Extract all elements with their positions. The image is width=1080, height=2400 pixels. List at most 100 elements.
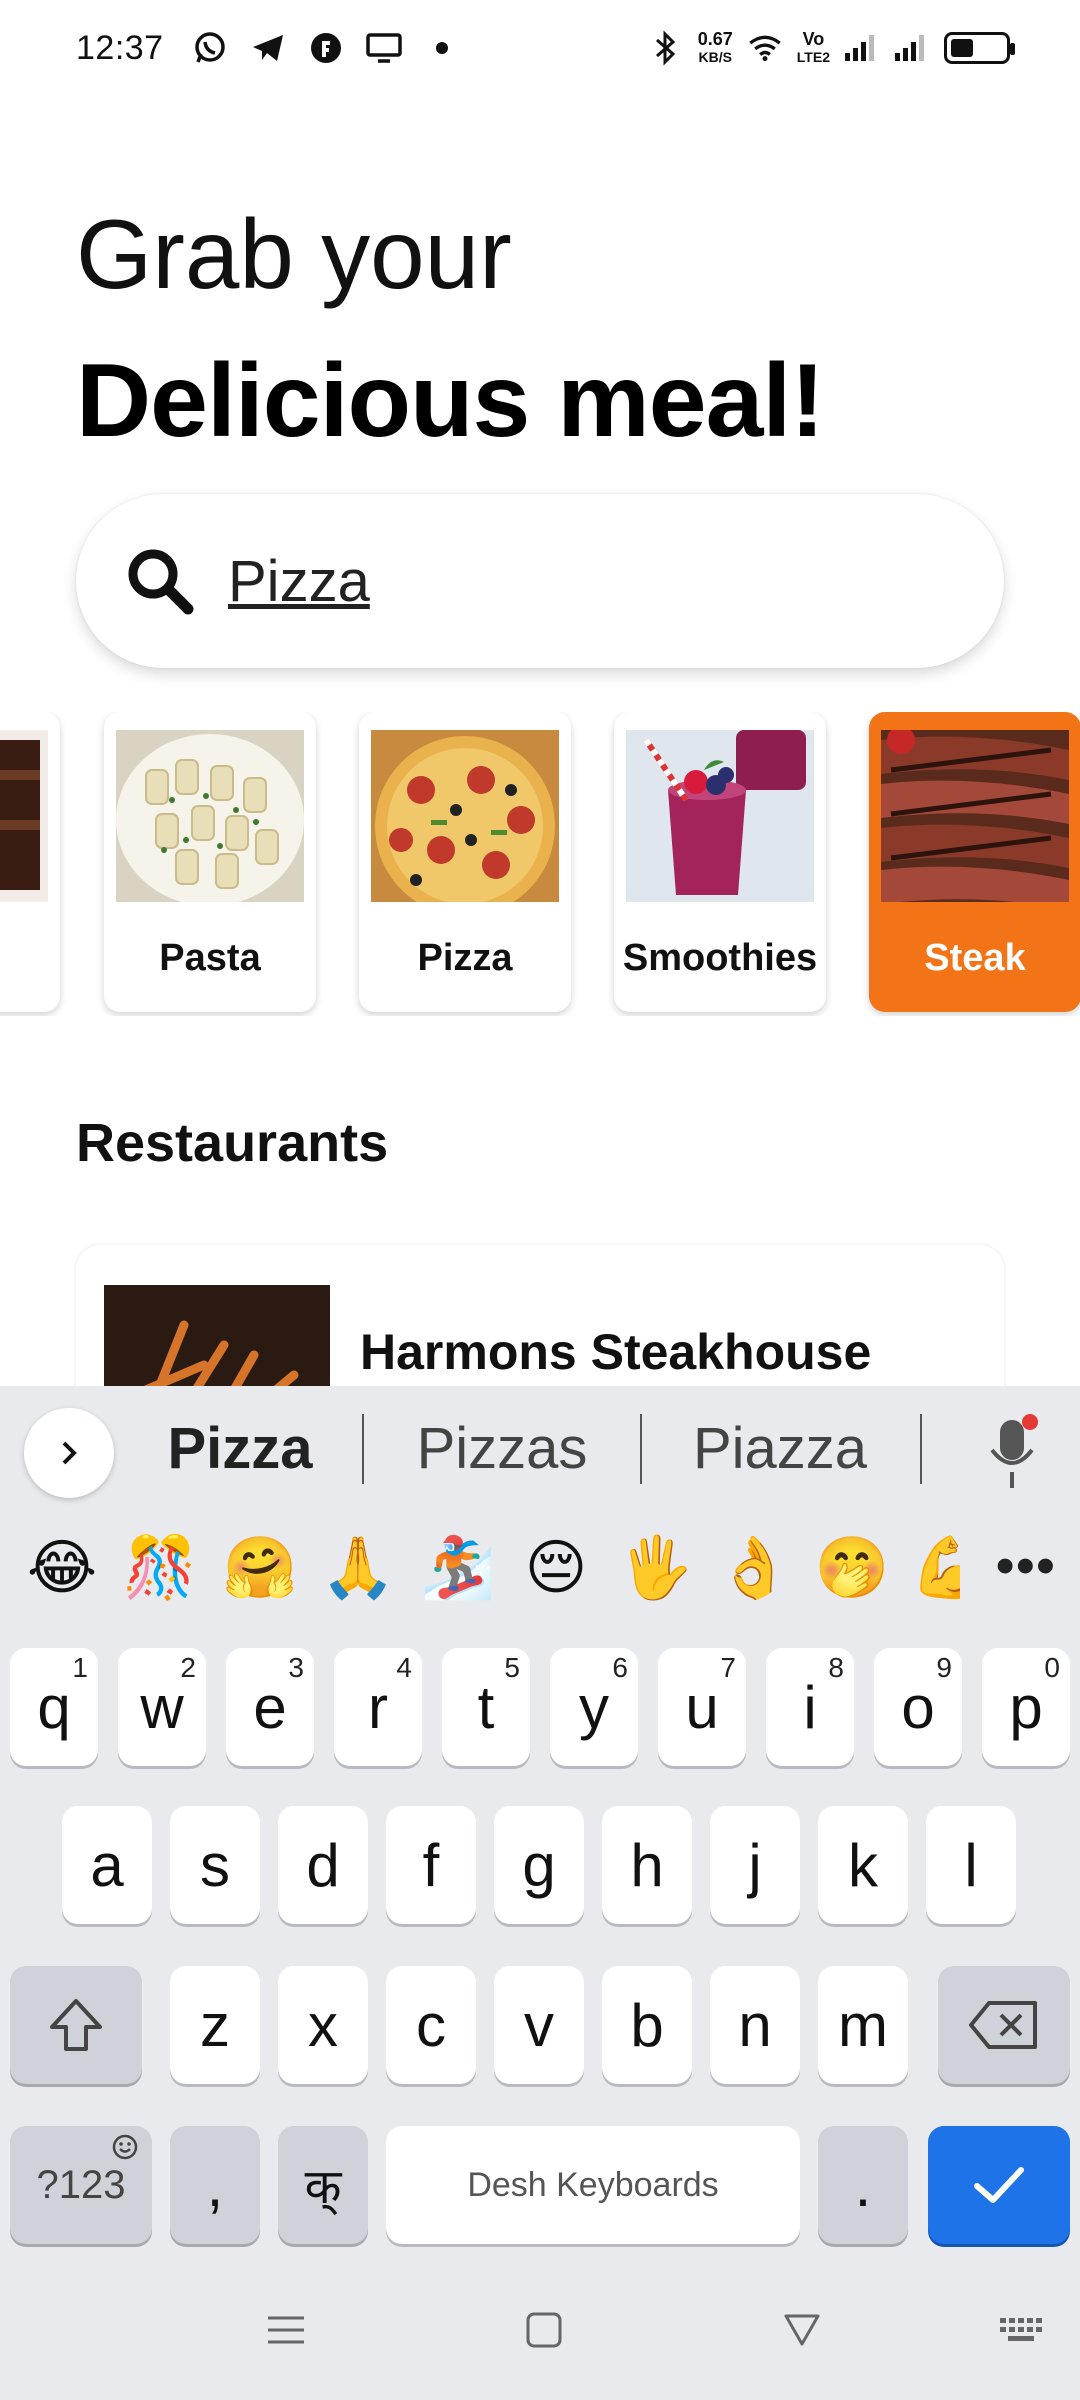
category-label: Pasta [159, 936, 261, 979]
key-r[interactable]: r4 [334, 1648, 422, 1766]
category-card-smoothies[interactable]: Smoothies [614, 712, 826, 1012]
key-k[interactable]: k [818, 1806, 908, 1924]
enter-key[interactable] [928, 2126, 1070, 2244]
language-key-label: क् [304, 2158, 342, 2215]
signal-icon [844, 30, 880, 66]
suggestion-2[interactable]: Pizzas [384, 1404, 620, 1492]
emoji-key[interactable]: 💪 [910, 1528, 960, 1608]
key-i[interactable]: i8 [766, 1648, 854, 1766]
key-hint: 1 [72, 1652, 88, 1683]
emoji-key[interactable]: 🤭 [812, 1528, 892, 1608]
key-label: i [803, 1673, 817, 1741]
emoji-key[interactable]: 🖐 [616, 1528, 696, 1608]
volte-label: Vo [802, 28, 825, 49]
comma-key[interactable]: , [170, 2126, 260, 2244]
dot-icon [424, 30, 460, 66]
back-icon[interactable] [778, 2306, 826, 2354]
more-options-icon[interactable]: ••• [996, 1536, 1057, 1596]
key-n[interactable]: n [710, 1966, 800, 2084]
key-t[interactable]: t5 [442, 1648, 530, 1766]
suggestion-divider [362, 1414, 364, 1484]
emoji-key[interactable]: 🤗 [220, 1528, 300, 1608]
headline-delicious-meal: Delicious meal! [76, 343, 825, 459]
key-a[interactable]: a [62, 1806, 152, 1924]
suggestion-divider [920, 1414, 922, 1484]
key-m[interactable]: m [818, 1966, 908, 2084]
key-b[interactable]: b [602, 1966, 692, 2084]
shift-icon [50, 1999, 102, 2051]
category-card-steak[interactable]: Steak [869, 712, 1080, 1012]
bluetooth-icon [648, 30, 684, 66]
emoji-key[interactable]: 👌 [714, 1528, 794, 1608]
emoji-key[interactable]: 😂 [22, 1528, 102, 1608]
space-key[interactable]: Desh Keyboards [386, 2126, 800, 2244]
key-y[interactable]: y6 [550, 1648, 638, 1766]
key-o[interactable]: o9 [874, 1648, 962, 1766]
period-key[interactable]: . [818, 2126, 908, 2244]
category-card-pasta[interactable]: Pasta [104, 712, 316, 1012]
emoji-key[interactable]: 🙏 [318, 1528, 398, 1608]
key-d[interactable]: d [278, 1806, 368, 1924]
category-carousel[interactable]: Pasta Pizza Smoothies Steak [0, 712, 1080, 1016]
wifi-icon [747, 30, 783, 66]
key-v[interactable]: v [494, 1966, 584, 2084]
symbols-key[interactable]: ?123 [10, 2126, 152, 2244]
app-icon [308, 30, 344, 66]
battery-icon [944, 32, 1015, 64]
key-q[interactable]: q1 [10, 1648, 98, 1766]
key-hint: 4 [396, 1652, 412, 1683]
search-bar[interactable] [76, 494, 1004, 668]
key-x[interactable]: x [278, 1966, 368, 2084]
key-h[interactable]: h [602, 1806, 692, 1924]
key-label: y [579, 1673, 609, 1741]
emoji-suggestion-row: 😂 🎊 🤗 🙏 🏂 😔 🖐 👌 🤭 💪 ••• [0, 1518, 1080, 1618]
key-label: e [253, 1673, 287, 1741]
volte-indicator: Vo LTE2 [797, 28, 830, 66]
shift-key[interactable] [10, 1966, 142, 2084]
menu-icon[interactable] [262, 2306, 310, 2354]
emoji-key[interactable]: 🏂 [418, 1528, 498, 1608]
key-l[interactable]: l [926, 1806, 1016, 1924]
suggestion-3[interactable]: Piazza [662, 1404, 898, 1492]
key-j[interactable]: j [710, 1806, 800, 1924]
home-icon[interactable] [520, 2306, 568, 2354]
telegram-icon [250, 30, 286, 66]
category-image-smoothies [626, 730, 814, 902]
language-key[interactable]: क् [278, 2126, 368, 2244]
key-c[interactable]: c [386, 1966, 476, 2084]
key-label: o [901, 1673, 935, 1741]
backspace-key[interactable] [938, 1966, 1070, 2084]
category-label [0, 908, 60, 1008]
key-label: r [368, 1673, 388, 1741]
category-card-cake[interactable] [0, 712, 60, 1012]
category-image-steak [881, 730, 1069, 902]
key-w[interactable]: w2 [118, 1648, 206, 1766]
suggestion-bar: Pizza Pizzas Piazza [0, 1386, 1080, 1508]
emoji-key[interactable]: 😔 [516, 1528, 596, 1608]
category-image-pizza [371, 730, 559, 902]
key-label: u [685, 1673, 719, 1741]
status-time: 12:37 [76, 28, 164, 67]
microphone-icon[interactable] [986, 1414, 1038, 1494]
category-card-pizza[interactable]: Pizza [359, 712, 571, 1012]
symbols-key-label: ?123 [36, 2162, 126, 2207]
key-s[interactable]: s [170, 1806, 260, 1924]
key-u[interactable]: u7 [658, 1648, 746, 1766]
category-label: Smoothies [622, 936, 818, 979]
search-input[interactable] [228, 547, 928, 615]
key-g[interactable]: g [494, 1806, 584, 1924]
key-p[interactable]: p0 [982, 1648, 1070, 1766]
keyboard-switch-icon[interactable] [996, 2306, 1044, 2354]
key-e[interactable]: e3 [226, 1648, 314, 1766]
key-f[interactable]: f [386, 1806, 476, 1924]
suggestion-1[interactable]: Pizza [140, 1404, 340, 1492]
network-speed: 0.67 KB/S [698, 30, 733, 66]
key-z[interactable]: z [170, 1966, 260, 2084]
expand-toolbar-button[interactable] [24, 1408, 114, 1498]
emoji-key[interactable]: 🎊 [120, 1528, 200, 1608]
key-hint: 0 [1044, 1652, 1060, 1683]
signal-icon [894, 30, 930, 66]
key-hint: 9 [936, 1652, 952, 1683]
checkmark-icon [974, 2167, 1024, 2203]
search-icon[interactable] [122, 543, 198, 619]
